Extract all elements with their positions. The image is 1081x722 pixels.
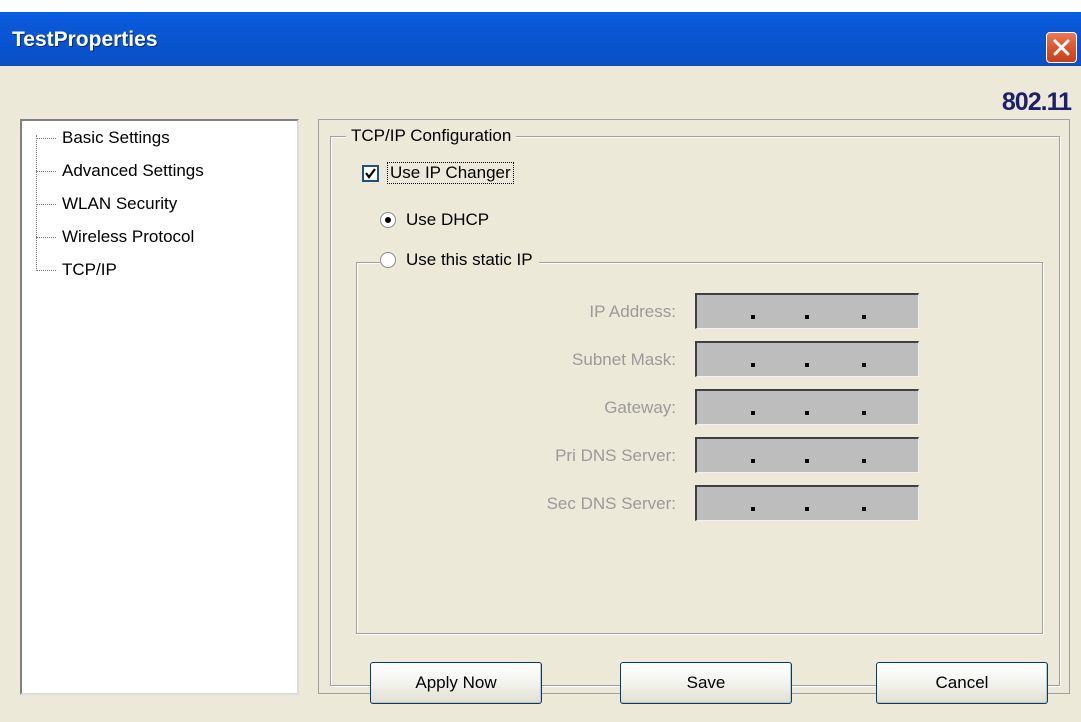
tree-item-label: Advanced Settings: [62, 161, 204, 180]
close-button[interactable]: [1046, 32, 1077, 63]
save-button[interactable]: Save: [620, 662, 792, 704]
title-bar[interactable]: TestProperties: [0, 12, 1081, 66]
gateway-field[interactable]: [695, 389, 919, 425]
tree-item-label: TCP/IP: [62, 260, 117, 279]
checkbox-box[interactable]: [362, 164, 379, 182]
subnet-mask-field[interactable]: [695, 341, 919, 377]
cancel-button[interactable]: Cancel: [876, 662, 1048, 704]
tree-item-wlan-security[interactable]: WLAN Security: [36, 189, 177, 219]
ip-address-field[interactable]: [695, 293, 919, 329]
tree-item-wireless-protocol[interactable]: Wireless Protocol: [36, 222, 194, 252]
use-dhcp-radio[interactable]: Use DHCP: [380, 210, 496, 230]
use-dhcp-label: Use DHCP: [406, 210, 490, 229]
window-title: TestProperties: [12, 28, 158, 51]
brand-label: 802.11: [1001, 88, 1072, 116]
close-icon: [1053, 39, 1070, 56]
use-static-ip-radio[interactable]: Use this static IP: [380, 250, 539, 270]
apply-now-button[interactable]: Apply Now: [370, 662, 542, 704]
tree-item-tcpip[interactable]: TCP/IP: [36, 255, 117, 285]
pri-dns-field[interactable]: [695, 437, 919, 473]
gateway-label: Gateway:: [604, 398, 676, 417]
settings-tree[interactable]: Basic Settings Advanced Settings WLAN Se…: [20, 119, 299, 695]
checkmark-icon: [365, 167, 376, 179]
subnet-mask-label: Subnet Mask:: [572, 350, 676, 369]
tcpip-group-title: TCP/IP Configuration: [346, 126, 517, 146]
tree-item-label: Wireless Protocol: [62, 227, 195, 246]
tree-item-advanced-settings[interactable]: Advanced Settings: [36, 156, 204, 186]
radio-selected-icon[interactable]: [380, 212, 396, 228]
sec-dns-field[interactable]: [695, 485, 919, 521]
use-ip-changer-label: Use IP Changer: [387, 162, 514, 184]
tree-item-label: WLAN Security: [62, 194, 178, 213]
dialog-body: 802.11 Basic Settings Advanced Settings …: [0, 66, 1081, 722]
sec-dns-label: Sec DNS Server:: [546, 494, 676, 513]
pri-dns-label: Pri DNS Server:: [555, 446, 676, 465]
use-static-ip-label: Use this static IP: [406, 250, 533, 269]
tree-item-basic-settings[interactable]: Basic Settings: [36, 123, 170, 153]
ip-address-label: IP Address:: [589, 302, 676, 321]
clipped-header: [0, 0, 1081, 12]
use-ip-changer-checkbox[interactable]: Use IP Changer: [362, 162, 514, 184]
radio-unselected-icon[interactable]: [380, 252, 396, 268]
tree-item-label: Basic Settings: [62, 128, 170, 147]
